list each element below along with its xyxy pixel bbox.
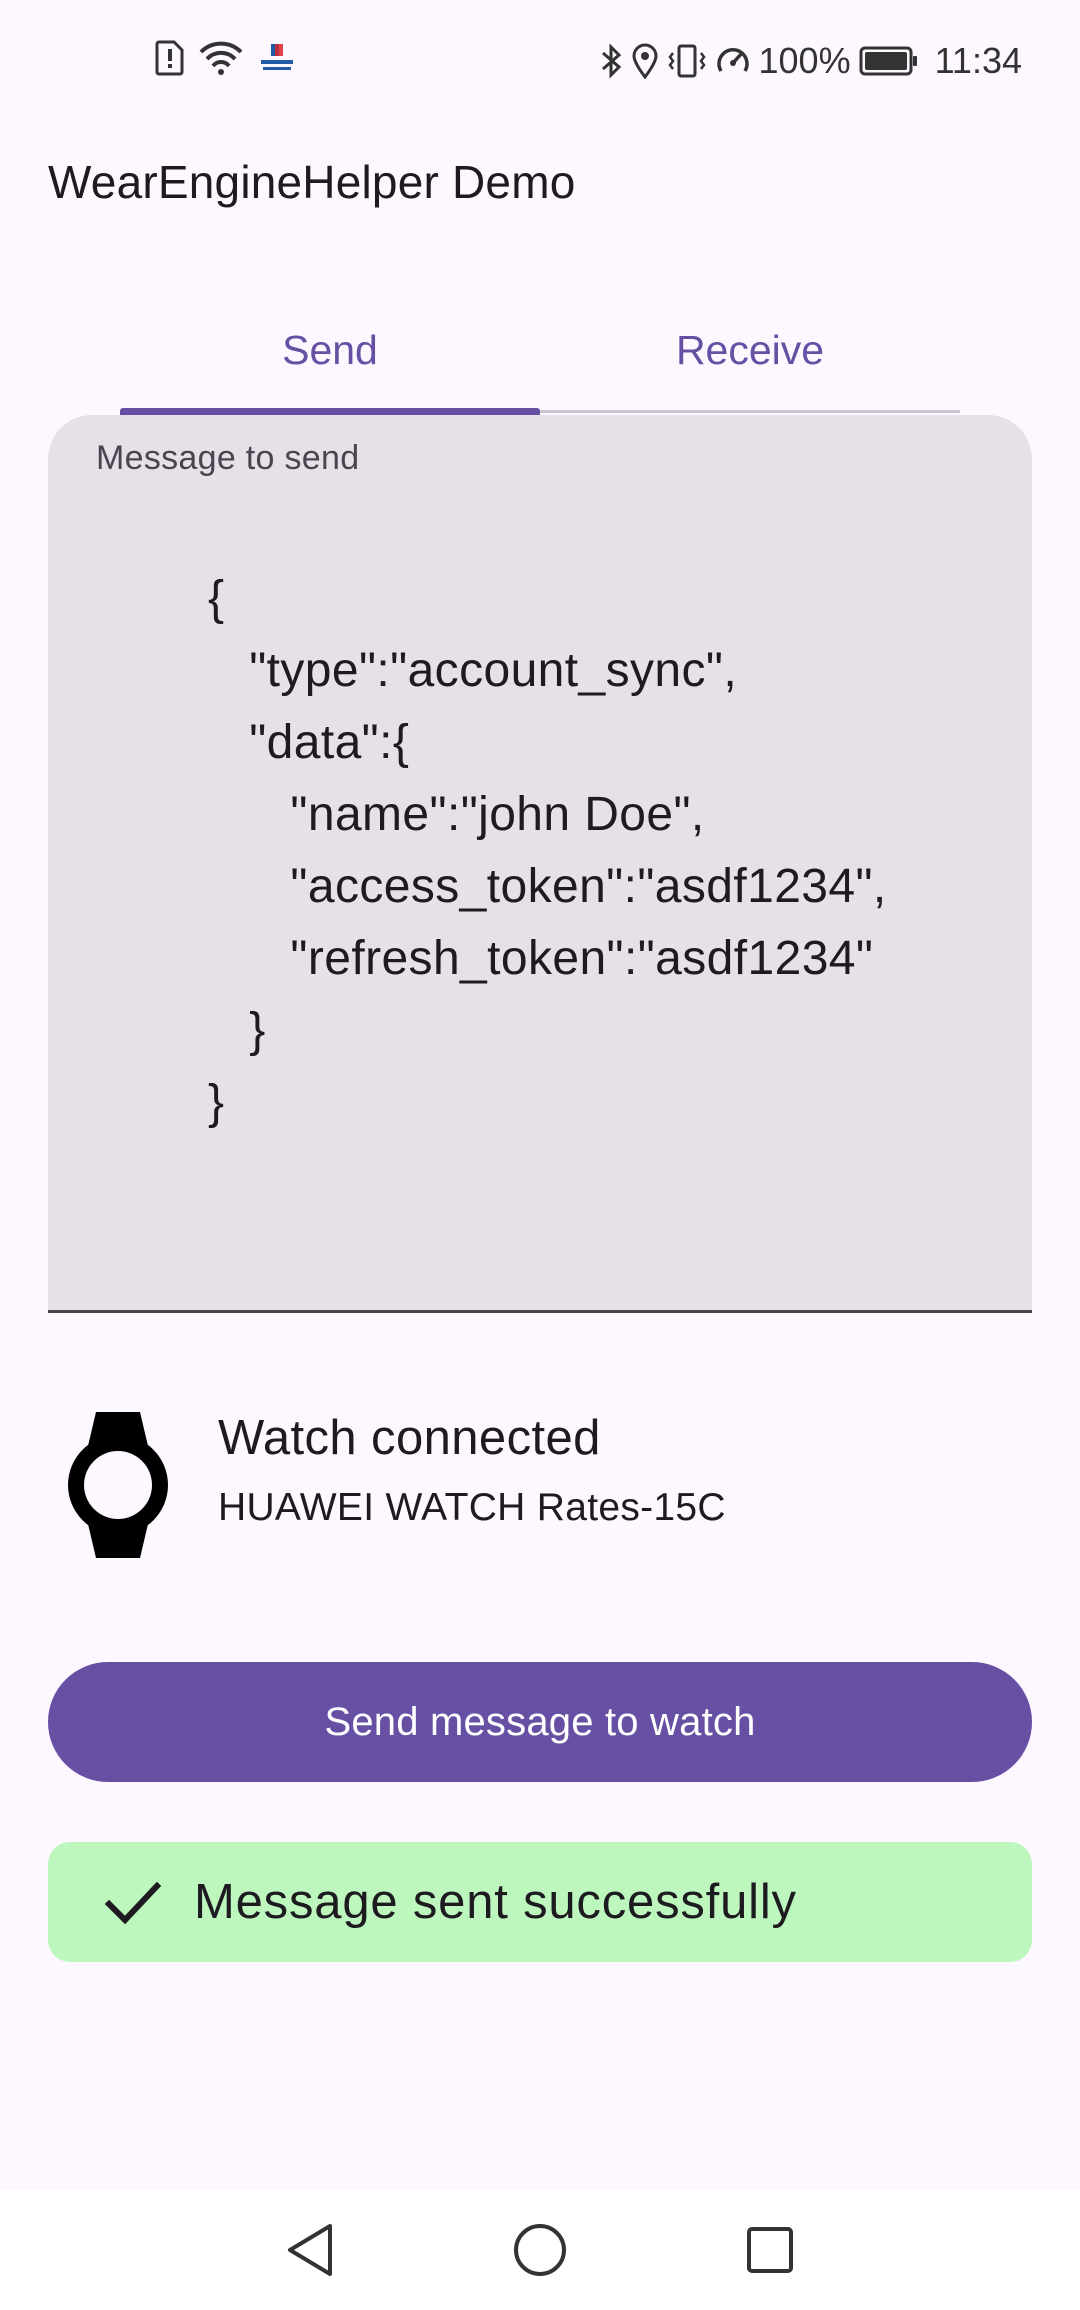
home-icon <box>514 2224 566 2276</box>
data-saver-icon <box>715 43 751 79</box>
battery-icon <box>859 45 919 77</box>
check-icon <box>104 1881 162 1925</box>
device-status-title: Watch connected <box>218 1411 601 1465</box>
clock: 11:34 <box>934 40 1022 81</box>
watch-icon <box>68 1412 168 1558</box>
recents-icon <box>747 2227 793 2273</box>
screen: 100% 11:34 WearEngineHelper Demo Send Re… <box>0 0 1080 2310</box>
tab-row: Send Receive <box>120 290 960 415</box>
bluetooth-icon <box>599 43 623 79</box>
message-field-label: Message to send <box>96 439 360 477</box>
back-button[interactable] <box>275 2215 345 2285</box>
tab-send[interactable]: Send <box>120 290 540 410</box>
vibrate-icon <box>667 43 707 79</box>
recents-button[interactable] <box>735 2215 805 2285</box>
message-field-value[interactable]: { "type":"account_sync", "data":{ "name"… <box>208 563 1008 1139</box>
device-status: Watch connected HUAWEI WATCH Rates-15C <box>48 1390 1032 1570</box>
app-title: WearEngineHelper Demo <box>48 156 576 208</box>
device-name: HUAWEI WATCH Rates-15C <box>218 1486 726 1529</box>
status-left <box>155 40 297 76</box>
send-message-button[interactable]: Send message to watch <box>48 1662 1032 1782</box>
message-field[interactable]: Message to send { "type":"account_sync",… <box>48 415 1032 1313</box>
status-bar: 100% 11:34 <box>0 0 1080 120</box>
navigation-bar <box>0 2190 1080 2310</box>
back-icon <box>288 2224 332 2276</box>
tab-receive[interactable]: Receive <box>540 290 960 410</box>
wifi-icon <box>199 40 243 76</box>
tab-indicator <box>120 408 540 415</box>
carrefour-app-icon <box>257 40 297 76</box>
battery-percent: 100% <box>758 40 851 81</box>
location-icon <box>631 43 659 79</box>
sim-alert-icon <box>155 40 185 76</box>
result-message: Message sent successfully <box>194 1875 797 1929</box>
home-button[interactable] <box>505 2215 575 2285</box>
status-right: 100% 11:34 <box>599 40 1022 82</box>
result-banner: Message sent successfully <box>48 1842 1032 1962</box>
